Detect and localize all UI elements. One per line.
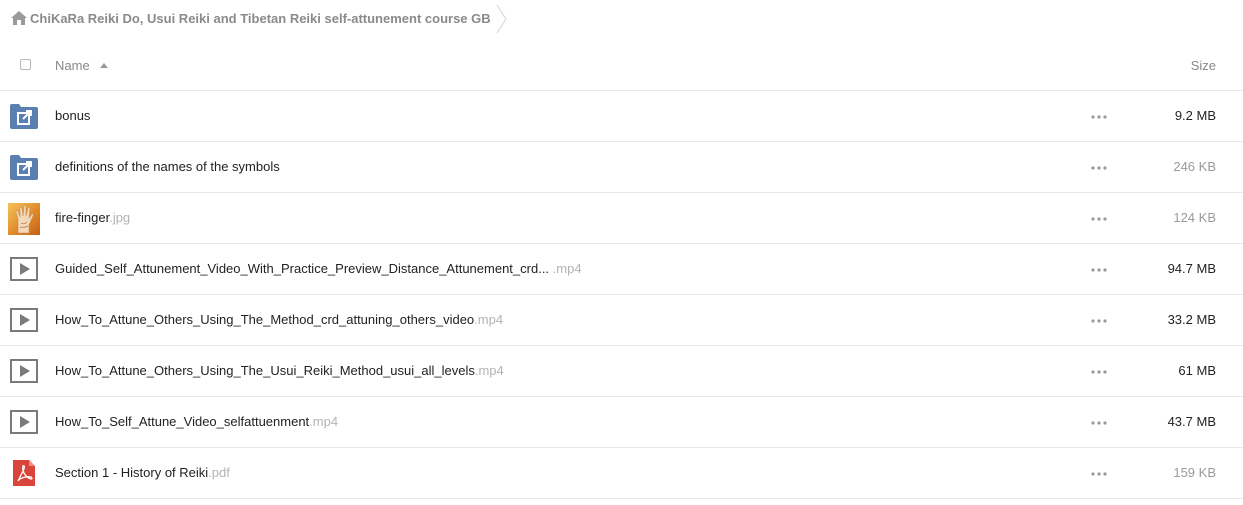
more-options-icon[interactable] [1091,319,1107,323]
breadcrumb-separator-icon [496,4,507,34]
select-all-checkbox[interactable] [20,59,31,70]
video-icon [10,410,38,434]
video-icon [10,257,38,281]
file-list: bonus 9.2 MB definitions of the names of… [0,91,1243,499]
file-list-header: Name Size [0,40,1243,91]
file-row[interactable]: How_To_Attune_Others_Using_The_Method_cr… [0,295,1243,346]
more-options-icon[interactable] [1091,217,1107,221]
image-thumbnail [8,203,40,235]
file-name[interactable]: fire-finger.jpg [55,210,130,225]
file-size: 9.2 MB [1174,108,1216,123]
shared-folder-icon [10,104,38,129]
home-icon[interactable] [11,11,27,25]
more-options-icon[interactable] [1091,166,1107,170]
file-size: 246 KB [1173,159,1216,174]
more-options-icon[interactable] [1091,421,1107,425]
video-icon [10,308,38,332]
file-name[interactable]: How_To_Attune_Others_Using_The_Usui_Reik… [55,363,504,378]
hand-image-icon [15,204,34,234]
breadcrumb-current-folder[interactable]: ChiKaRa Reiki Do, Usui Reiki and Tibetan… [30,11,491,26]
file-size: 124 KB [1173,210,1216,225]
more-options-icon[interactable] [1091,268,1107,272]
file-row[interactable]: bonus 9.2 MB [0,91,1243,142]
sort-ascending-icon[interactable] [100,63,108,68]
file-row[interactable]: How_To_Self_Attune_Video_selfattuenment.… [0,397,1243,448]
more-options-icon[interactable] [1091,370,1107,374]
file-name[interactable]: How_To_Attune_Others_Using_The_Method_cr… [55,312,503,327]
column-header-size[interactable]: Size [1191,58,1216,73]
file-name[interactable]: Guided_Self_Attunement_Video_With_Practi… [55,261,582,276]
file-name[interactable]: Section 1 - History of Reiki.pdf [55,465,230,480]
file-row[interactable]: definitions of the names of the symbols … [0,142,1243,193]
file-name[interactable]: How_To_Self_Attune_Video_selfattuenment.… [55,414,338,429]
more-options-icon[interactable] [1091,472,1107,476]
file-row[interactable]: Section 1 - History of Reiki.pdf 159 KB [0,448,1243,499]
file-name[interactable]: definitions of the names of the symbols [55,159,280,174]
file-size: 43.7 MB [1167,414,1216,429]
pdf-icon [13,460,35,486]
file-row[interactable]: Guided_Self_Attunement_Video_With_Practi… [0,244,1243,295]
file-row[interactable]: fire-finger.jpg 124 KB [0,193,1243,244]
video-icon [10,359,38,383]
shared-folder-icon [10,155,38,180]
file-size: 33.2 MB [1167,312,1216,327]
file-name[interactable]: bonus [55,108,90,123]
more-options-icon[interactable] [1091,115,1107,119]
file-size: 61 MB [1178,363,1216,378]
column-header-name[interactable]: Name [55,58,90,73]
file-row[interactable]: How_To_Attune_Others_Using_The_Usui_Reik… [0,346,1243,397]
file-size: 94.7 MB [1167,261,1216,276]
breadcrumb: ChiKaRa Reiki Do, Usui Reiki and Tibetan… [0,0,1243,38]
file-size: 159 KB [1173,465,1216,480]
